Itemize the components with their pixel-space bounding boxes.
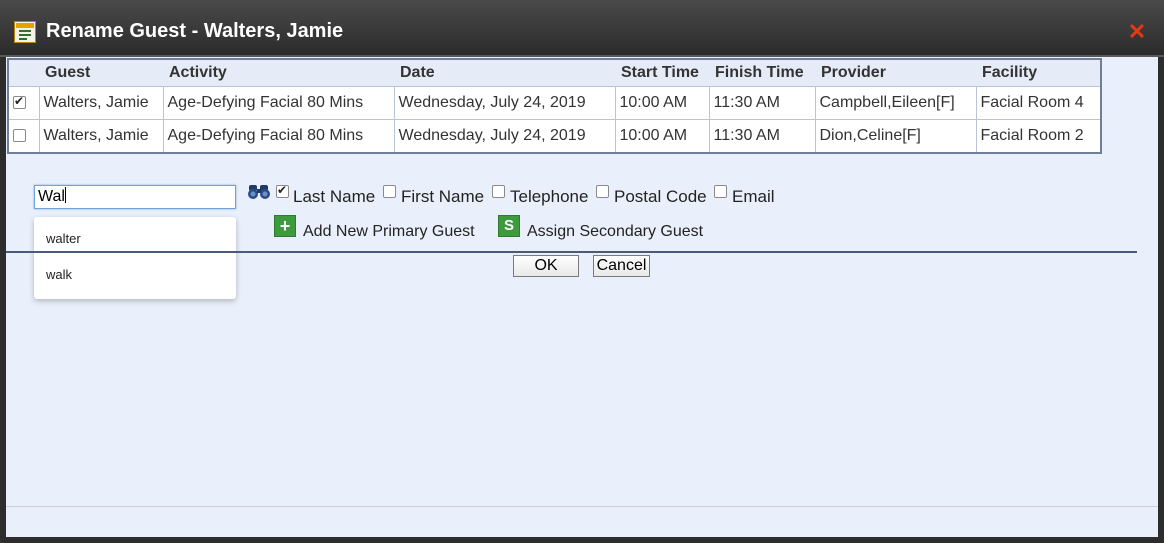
last-name-checkbox[interactable] (276, 183, 289, 198)
cell-facility: Facial Room 2 (975, 119, 1102, 154)
telephone-label: Telephone (510, 187, 589, 206)
section-divider (6, 251, 1137, 253)
email-checkbox[interactable] (714, 185, 727, 198)
header-start-time: Start Time (615, 59, 709, 87)
postal-code-checkbox[interactable] (596, 185, 609, 198)
table-row[interactable]: Walters, Jamie Age-Defying Facial 80 Min… (7, 86, 1102, 120)
telephone-checkbox[interactable] (492, 185, 505, 198)
first-name-checkbox[interactable] (383, 185, 396, 198)
rename-guest-dialog: Rename Guest - Walters, Jamie ✕ Guest Ac… (0, 0, 1164, 543)
autocomplete-item[interactable]: walter (46, 231, 81, 246)
cell-date: Wednesday, July 24, 2019 (393, 119, 616, 154)
add-primary-guest-label: Add New Primary Guest (303, 223, 475, 240)
row-select-cell (7, 119, 40, 154)
cancel-button[interactable]: Cancel (593, 255, 650, 277)
cell-activity: Age-Defying Facial 80 Mins (162, 86, 395, 120)
cell-date: Wednesday, July 24, 2019 (393, 86, 616, 120)
dialog-titlebar: Rename Guest - Walters, Jamie ✕ (0, 0, 1164, 57)
dialog-body: Guest Activity Date Start Time Finish Ti… (6, 57, 1158, 537)
email-label: Email (732, 187, 775, 206)
cell-provider: Dion,Celine[F] (814, 119, 977, 154)
header-facility: Facility (976, 59, 1101, 87)
cell-start-time: 10:00 AM (614, 119, 710, 154)
header-activity: Activity (163, 59, 394, 87)
header-guest: Guest (39, 59, 163, 87)
cell-finish-time: 11:30 AM (708, 86, 816, 120)
assign-secondary-guest-label: Assign Secondary Guest (527, 223, 704, 240)
header-select (8, 59, 39, 87)
cell-provider: Campbell,Eileen[F] (814, 86, 977, 120)
notepad-icon (14, 21, 36, 43)
postal-code-label: Postal Code (614, 187, 707, 206)
header-date: Date (394, 59, 615, 87)
close-icon[interactable]: ✕ (1127, 21, 1147, 43)
row-checkbox[interactable] (13, 129, 26, 143)
table-row[interactable]: Walters, Jamie Age-Defying Facial 80 Min… (7, 119, 1102, 154)
header-finish-time: Finish Time (709, 59, 815, 87)
last-name-label: Last Name (293, 187, 376, 206)
header-provider: Provider (815, 59, 976, 87)
first-name-label: First Name (401, 187, 485, 206)
cell-facility: Facial Room 4 (975, 86, 1102, 120)
appointments-table: Guest Activity Date Start Time Finish Ti… (7, 58, 1102, 154)
autocomplete-item[interactable]: walk (46, 267, 72, 282)
cell-start-time: 10:00 AM (614, 86, 710, 120)
binoculars-icon[interactable] (247, 182, 271, 200)
plus-icon: + (274, 215, 296, 237)
table-header-row: Guest Activity Date Start Time Finish Ti… (8, 59, 1101, 87)
cell-guest: Walters, Jamie (38, 86, 164, 120)
ok-button[interactable]: OK (513, 255, 579, 277)
text-caret (64, 187, 66, 203)
cell-guest: Walters, Jamie (38, 119, 164, 154)
guest-search-input[interactable]: Wal (34, 185, 236, 209)
swap-icon: S (498, 215, 520, 237)
row-checkbox[interactable] (13, 94, 26, 110)
row-select-cell (7, 86, 40, 120)
autocomplete-dropdown: walter walk (34, 217, 236, 299)
cell-finish-time: 11:30 AM (708, 119, 816, 154)
cell-activity: Age-Defying Facial 80 Mins (162, 119, 395, 154)
footer-divider (6, 506, 1158, 507)
search-input-value: Wal (38, 188, 65, 205)
dialog-title: Rename Guest - Walters, Jamie (46, 20, 344, 42)
